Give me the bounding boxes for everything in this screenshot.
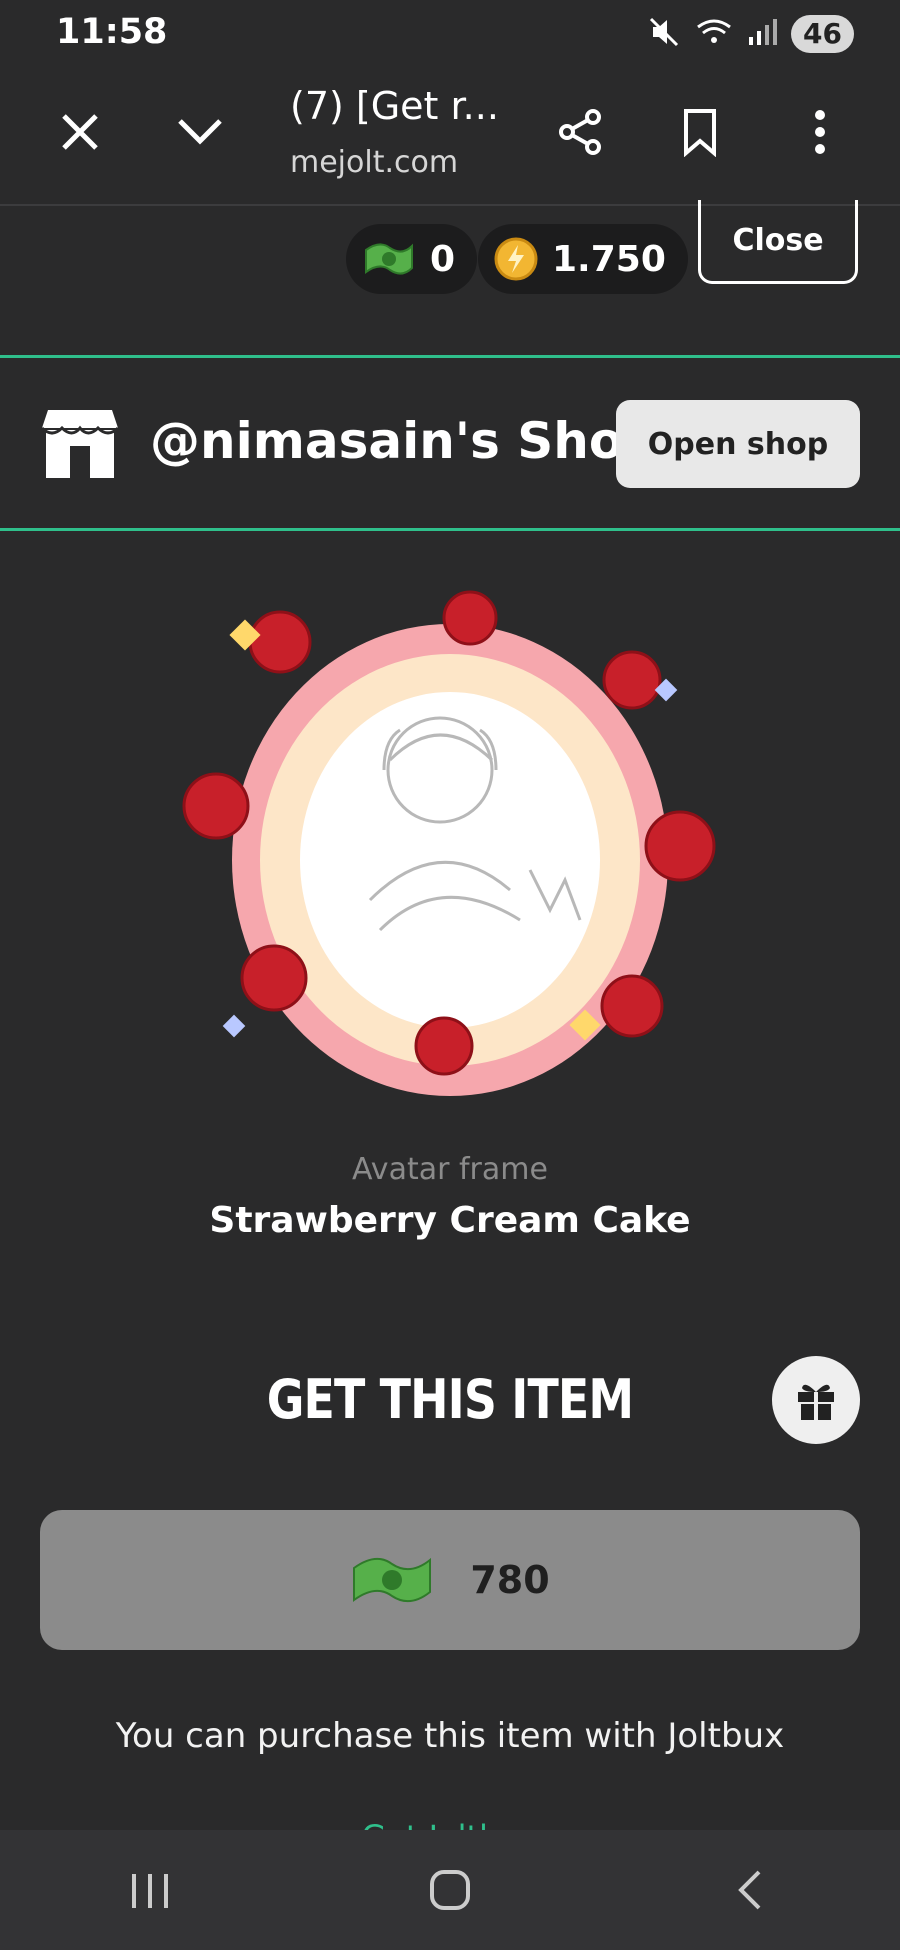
status-time: 11:58 [56,12,168,52]
joltbux-amount: 0 [430,238,456,280]
back-icon [738,1870,761,1910]
battery-badge: 46 [791,15,854,53]
avatar-frame-preview [170,570,730,1130]
chevron-down-icon [178,119,222,145]
price-amount: 780 [470,1558,550,1602]
system-nav-bar [0,1830,900,1950]
more-options-button[interactable] [780,92,860,172]
bookmark-icon [684,109,716,157]
buy-with-joltbux-button[interactable]: 780 [40,1510,860,1650]
page-url[interactable]: mejolt.com [290,145,458,180]
joltbux-icon [365,243,413,275]
joltbux-icon [353,1557,432,1603]
coin-icon [494,237,538,281]
back-button[interactable] [700,1850,800,1930]
status-icons: 46 [647,14,854,54]
signal-icon [747,17,778,51]
page-title: (7) [Get r... [290,84,499,128]
coin-amount: 1.750 [552,238,666,280]
gift-icon [798,1384,834,1420]
gift-button[interactable] [772,1356,860,1444]
store-icon [40,406,120,480]
item-name: Strawberry Cream Cake [209,1200,691,1241]
bookmark-button[interactable] [660,92,740,172]
divider [0,355,900,358]
get-item-heading: GET THIS ITEM [266,1368,634,1431]
joltbux-balance[interactable]: 0 [346,224,478,294]
divider [0,528,900,531]
item-type-label: Avatar frame [352,1152,548,1187]
close-tab-button[interactable] [40,92,120,172]
share-button[interactable] [540,92,620,172]
recents-icon [132,1874,168,1908]
shop-title: @nimasain's Shop [150,412,660,470]
close-button[interactable]: Close [698,200,858,284]
mute-icon [647,15,681,53]
close-icon [62,114,98,150]
open-shop-button[interactable]: Open shop [616,400,860,488]
purchase-note: You can purchase this item with Joltbux [115,1716,785,1756]
home-button[interactable] [400,1850,500,1930]
more-icon [815,110,825,154]
recents-button[interactable] [100,1850,200,1930]
share-icon [559,109,601,155]
coin-balance[interactable]: 1.750 [478,224,688,294]
wifi-icon [695,15,733,53]
home-icon [430,1870,470,1910]
minimize-button[interactable] [160,92,240,172]
